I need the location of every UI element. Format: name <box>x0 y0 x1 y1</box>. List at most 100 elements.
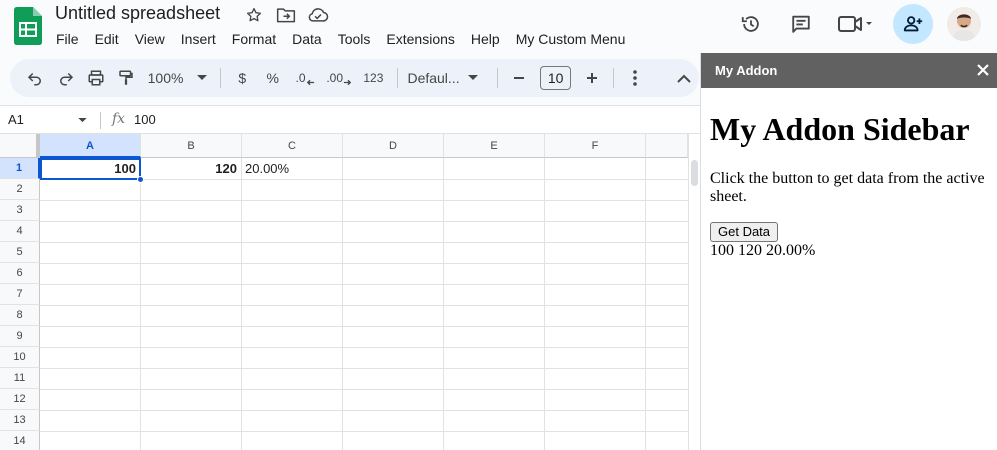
toolbar-divider <box>613 68 615 88</box>
sidebar-description: Click the button to get data from the ac… <box>710 170 985 205</box>
more-formats-button[interactable]: 123 <box>356 59 390 97</box>
gridline <box>241 158 242 450</box>
currency-format-button[interactable]: $ <box>227 59 257 97</box>
chevron-up-icon[interactable] <box>669 59 699 97</box>
spreadsheet-window: Untitled spreadsheet File Edit View Inse… <box>0 0 997 450</box>
row-header-14[interactable]: 14 <box>0 431 40 450</box>
column-header-d[interactable]: D <box>343 134 444 158</box>
row-header-2[interactable]: 2 <box>0 179 40 200</box>
column-header-e[interactable]: E <box>444 134 545 158</box>
column-header-b[interactable]: B <box>141 134 242 158</box>
paint-format-icon[interactable] <box>111 59 141 97</box>
menu-format[interactable]: Format <box>224 29 284 49</box>
select-all-corner[interactable] <box>0 134 40 158</box>
fill-handle[interactable] <box>137 176 144 183</box>
menu-my-custom-menu[interactable]: My Custom Menu <box>508 29 634 49</box>
gridline <box>40 284 688 285</box>
cell-b1[interactable]: 120 <box>141 158 240 179</box>
name-box[interactable]: A1 <box>8 112 24 127</box>
font-value: Defaul... <box>407 70 460 86</box>
gridline <box>40 368 688 369</box>
gridline <box>40 389 688 390</box>
scrollbar-thumb[interactable] <box>691 160 698 186</box>
gridline <box>40 305 688 306</box>
vertical-scrollbar[interactable] <box>688 134 700 450</box>
avatar[interactable] <box>947 7 981 41</box>
menu-edit[interactable]: Edit <box>87 29 127 49</box>
decrease-decimal-label: .0 <box>295 71 306 85</box>
sidebar-heading: My Addon Sidebar <box>710 111 970 147</box>
arrow-left-icon <box>306 79 314 85</box>
get-data-button[interactable]: Get Data <box>710 222 779 242</box>
caret-down-icon <box>467 75 478 80</box>
toolbar-divider <box>220 68 222 88</box>
redo-icon[interactable] <box>50 59 80 97</box>
sidebar-title: My Addon <box>715 63 778 78</box>
menu-file[interactable]: File <box>48 29 87 49</box>
row-header-12[interactable]: 12 <box>0 389 40 410</box>
formula-input[interactable]: 100 <box>134 112 156 127</box>
star-icon[interactable] <box>243 4 265 26</box>
font-select[interactable]: Defaul... <box>403 59 491 97</box>
function-icon: fx <box>112 111 126 127</box>
cell-c1[interactable]: 20.00% <box>242 158 341 179</box>
row-header-10[interactable]: 10 <box>0 347 40 368</box>
undo-icon[interactable] <box>20 59 50 97</box>
row-header-7[interactable]: 7 <box>0 284 40 305</box>
gridline <box>40 200 688 201</box>
menu-insert[interactable]: Insert <box>173 29 224 49</box>
column-header-a[interactable]: A <box>40 134 141 158</box>
cloud-saved-icon[interactable] <box>307 4 329 26</box>
sheet-grid: A B C D E F 1 2 3 4 5 6 7 8 9 10 11 12 1… <box>0 134 700 450</box>
active-cell-outline <box>40 158 141 180</box>
column-header-c[interactable]: C <box>242 134 343 158</box>
arrow-right-icon <box>343 79 352 85</box>
percent-format-button[interactable]: % <box>257 59 287 97</box>
toolbar-divider <box>497 68 498 88</box>
row-header-6[interactable]: 6 <box>0 263 40 284</box>
menu-bar: File Edit View Insert Format Data Tools … <box>48 29 633 49</box>
gridline <box>544 158 545 450</box>
increase-decimal-button[interactable]: .00 <box>322 59 356 97</box>
caret-down-icon[interactable] <box>78 118 87 123</box>
row-header-8[interactable]: 8 <box>0 305 40 326</box>
share-button[interactable] <box>893 4 933 44</box>
menu-help[interactable]: Help <box>463 29 508 49</box>
increase-font-size-icon[interactable] <box>577 59 607 97</box>
history-icon[interactable] <box>731 4 771 44</box>
gridline <box>40 221 688 222</box>
decrease-font-size-icon[interactable] <box>504 59 534 97</box>
row-header-4[interactable]: 4 <box>0 221 40 242</box>
row-header-11[interactable]: 11 <box>0 368 40 389</box>
menu-view[interactable]: View <box>127 29 173 49</box>
folder-move-icon[interactable] <box>275 4 297 26</box>
row-header-9[interactable]: 9 <box>0 326 40 347</box>
video-camera-icon[interactable] <box>831 4 879 44</box>
title-actions <box>243 4 329 26</box>
row-header-5[interactable]: 5 <box>0 242 40 263</box>
row-header-1[interactable]: 1 <box>0 158 40 179</box>
caret-down-icon <box>197 75 208 80</box>
gridline <box>40 263 688 264</box>
comment-icon[interactable] <box>781 4 821 44</box>
gridline <box>40 410 688 411</box>
document-title[interactable]: Untitled spreadsheet <box>55 3 220 24</box>
menu-extensions[interactable]: Extensions <box>378 29 462 49</box>
zoom-select[interactable]: 100% <box>142 59 215 97</box>
row-header-3[interactable]: 3 <box>0 200 40 221</box>
column-header-f[interactable]: F <box>545 134 646 158</box>
add-person-icon <box>903 16 923 32</box>
increase-decimal-label: .00 <box>326 71 344 85</box>
column-header-g[interactable] <box>646 134 688 158</box>
row-header-13[interactable]: 13 <box>0 410 40 431</box>
close-icon[interactable] <box>976 63 990 77</box>
menu-data[interactable]: Data <box>284 29 330 49</box>
decrease-decimal-button[interactable]: .0 <box>288 59 322 97</box>
font-size-input[interactable]: 10 <box>540 66 571 90</box>
google-sheets-logo[interactable] <box>14 7 42 45</box>
sidebar-result: 100 120 20.00% <box>710 242 816 259</box>
gridline <box>645 158 646 450</box>
menu-tools[interactable]: Tools <box>330 29 379 49</box>
print-icon[interactable] <box>81 59 111 97</box>
more-options-icon[interactable] <box>620 59 650 97</box>
